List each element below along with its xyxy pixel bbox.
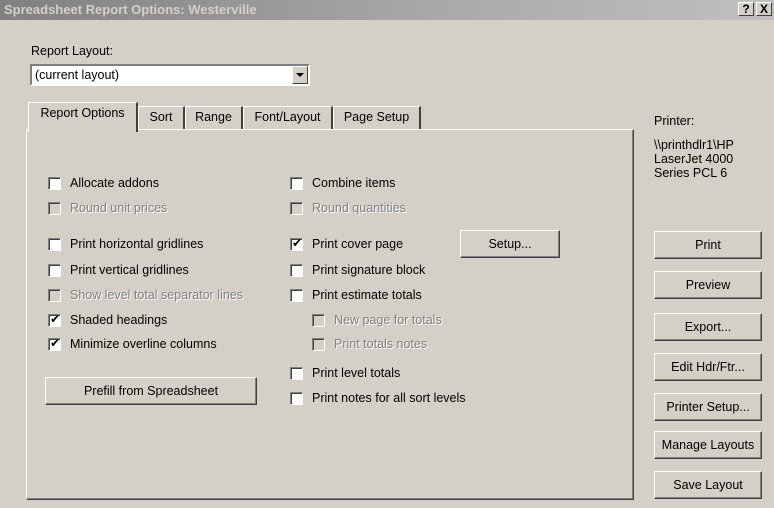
checkbox-box[interactable]: [290, 367, 303, 380]
report-layout-dropdown[interactable]: (current layout): [30, 64, 310, 86]
title-bar[interactable]: Spreadsheet Report Options: Westerville …: [0, 0, 774, 20]
checkbox-box[interactable]: [290, 177, 303, 190]
printer-name-line3: Series PCL 6: [654, 166, 728, 180]
checkbox-label: Print estimate totals: [312, 288, 422, 302]
tab-label: Sort: [149, 110, 173, 124]
report-options-dialog: Spreadsheet Report Options: Westerville …: [0, 0, 774, 508]
checkbox-box[interactable]: [290, 289, 303, 302]
tab-font-layout[interactable]: Font/Layout: [243, 106, 333, 130]
close-icon[interactable]: X: [756, 2, 772, 16]
preview-button[interactable]: Preview: [654, 271, 762, 299]
checkbox-label: Combine items: [312, 176, 396, 190]
checkbox-label: Print level totals: [312, 366, 401, 380]
printer-name-line1: \\printhdlr1\HP: [654, 138, 734, 152]
tab-label: Font/Layout: [254, 110, 321, 124]
checkbox-label: Shaded headings: [70, 313, 168, 327]
checkbox-box[interactable]: [48, 264, 61, 277]
cover-page-setup-button[interactable]: Setup...: [460, 230, 560, 258]
checkbox-box[interactable]: [312, 314, 325, 327]
prefill-from-spreadsheet-button[interactable]: Prefill from Spreadsheet: [45, 377, 257, 405]
checkbox-box[interactable]: [48, 177, 61, 190]
printer-label: Printer:: [654, 114, 695, 128]
checkbox-label: Allocate addons: [70, 176, 159, 190]
report-layout-value: (current layout): [35, 68, 120, 82]
checkbox-label: Print notes for all sort levels: [312, 391, 466, 405]
checkbox-box[interactable]: [48, 336, 61, 351]
export-button[interactable]: Export...: [654, 313, 762, 341]
checkbox-label: Minimize overline columns: [70, 337, 217, 351]
checkbox-box[interactable]: [290, 236, 303, 251]
chevron-down-icon[interactable]: [292, 66, 308, 84]
checkbox-box[interactable]: [290, 392, 303, 405]
checkbox-box[interactable]: [290, 264, 303, 277]
edit-header-footer-button[interactable]: Edit Hdr/Ftr...: [654, 353, 762, 381]
checkbox-box[interactable]: [48, 312, 61, 327]
print-button[interactable]: Print: [654, 231, 762, 259]
checkbox-box[interactable]: [48, 238, 61, 251]
tab-range[interactable]: Range: [185, 106, 243, 130]
tab-sort[interactable]: Sort: [138, 106, 185, 130]
save-layout-button[interactable]: Save Layout: [654, 471, 762, 499]
checkbox-box[interactable]: [48, 202, 61, 215]
tab-page-setup[interactable]: Page Setup: [333, 106, 421, 130]
checkbox-label: Show level total separator lines: [70, 288, 244, 302]
checkbox-label: Round quantities: [312, 201, 406, 215]
tab-label: Report Options: [40, 106, 125, 120]
checkbox-label: New page for totals: [334, 313, 442, 327]
checkbox-label: Print totals notes: [334, 337, 428, 351]
tab-label: Range: [195, 110, 232, 124]
report-layout-label: Report Layout:: [31, 44, 113, 58]
manage-layouts-button[interactable]: Manage Layouts: [654, 431, 762, 459]
checkbox-label: Print horizontal gridlines: [70, 237, 204, 251]
window-title: Spreadsheet Report Options: Westerville: [4, 2, 257, 17]
checkbox-label: Print cover page: [312, 237, 404, 251]
checkbox-box[interactable]: [48, 289, 61, 302]
checkbox-label: Round unit prices: [70, 201, 168, 215]
checkbox-box[interactable]: [290, 202, 303, 215]
printer-name-line2: LaserJet 4000: [654, 152, 734, 166]
help-icon[interactable]: ?: [738, 2, 754, 16]
checkbox-label: Print signature block: [312, 263, 426, 277]
tab-report-options[interactable]: Report Options: [28, 102, 138, 132]
checkbox-label: Print vertical gridlines: [70, 263, 189, 277]
printer-setup-button[interactable]: Printer Setup...: [654, 393, 762, 421]
tab-label: Page Setup: [343, 110, 410, 124]
checkbox-box[interactable]: [312, 338, 325, 351]
